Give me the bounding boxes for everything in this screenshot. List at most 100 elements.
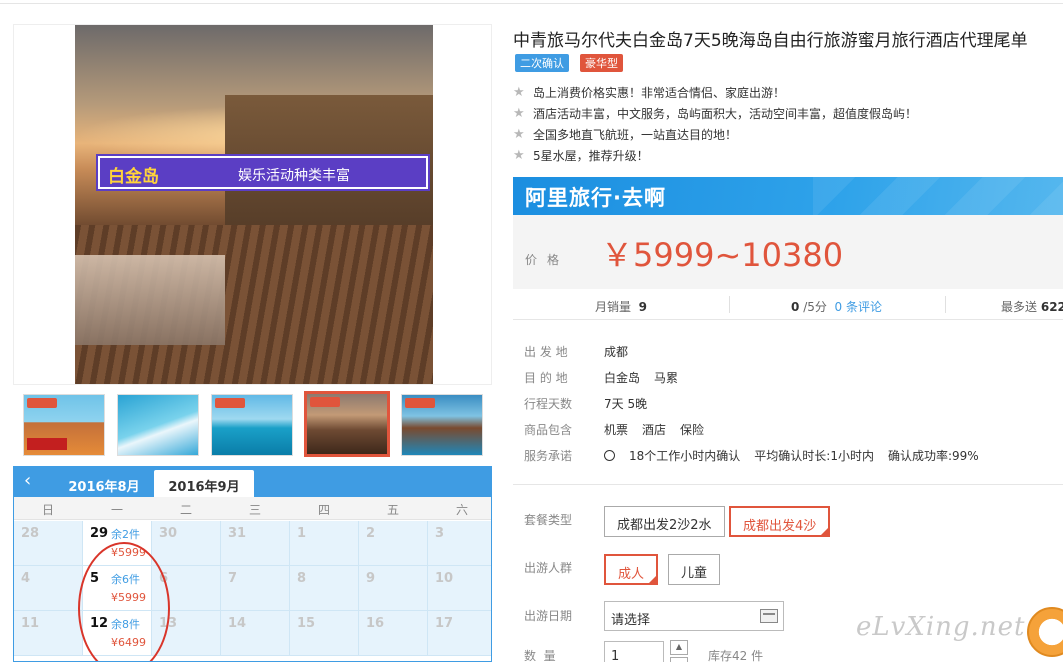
calendar-header: ‹ 2016年8月 2016年9月 (14, 467, 491, 497)
info-label: 出 发 地 (524, 345, 568, 359)
info-value: 白金岛 马累 (604, 369, 692, 386)
thumbnail-2[interactable] (117, 394, 199, 456)
service-success-rate: 确认成功率:99% (887, 449, 979, 463)
calendar-day-number: 28 (21, 526, 40, 541)
calendar-day-cell: 6 (152, 566, 221, 611)
info-value: 机票 酒店 保险 (604, 421, 718, 438)
calendar-day-cell: 15 (290, 611, 359, 656)
destination-1: 白金岛 (604, 371, 641, 385)
price-range: ￥5999~10380 (601, 236, 844, 274)
include-insurance: 保险 (680, 423, 705, 437)
calendar-day-cell: 11 (14, 611, 83, 656)
info-label: 商品包含 (524, 423, 573, 437)
calendar-day-number: 2 (366, 526, 376, 541)
thumbnail-5[interactable] (401, 394, 483, 456)
calendar-day-number: 9 (366, 571, 376, 586)
thumbnail-strip (13, 391, 492, 461)
quantity-decrement-button[interactable] (670, 657, 688, 662)
thumbnail-1[interactable] (23, 394, 105, 456)
main-photo[interactable] (75, 25, 433, 384)
weekday: 一 (110, 503, 123, 517)
calendar-icon[interactable] (760, 609, 778, 623)
quantity-increment-button[interactable]: ▲ (670, 640, 688, 655)
thumb-badge (215, 398, 245, 408)
calendar-day-number: 30 (159, 526, 178, 541)
product-page: 白金岛 娱乐活动种类丰富 ‹ 2016年8月 2016年9月 日 一 二 三 四… (0, 0, 1063, 662)
watermark: eLvXing.net (856, 612, 1026, 642)
calendar-day-cell[interactable]: 12 余8件 ¥6499 (83, 611, 152, 656)
calendar-day-number: 10 (435, 571, 454, 586)
thumbnail-3[interactable] (211, 394, 293, 456)
banner-slogan: 娱乐活动种类丰富 (238, 168, 350, 184)
main-photo-frame: 白金岛 娱乐活动种类丰富 (13, 24, 492, 385)
calendar-day-number: 17 (435, 616, 454, 631)
tab-month-aug[interactable]: 2016年8月 (59, 470, 149, 497)
thumbnail-4-active[interactable] (304, 391, 390, 457)
calendar-day-number: 5 (90, 571, 100, 586)
points: 最多送 6228 (1001, 298, 1063, 315)
star-icon: ★ (513, 106, 525, 121)
calendar-day-cell: 3 (428, 521, 491, 566)
calendar-day-number: 1 (297, 526, 307, 541)
calendar-day-cell[interactable]: 29 余2件 ¥5999 (83, 521, 152, 566)
calendar-day-cell: 14 (221, 611, 290, 656)
date-label: 出游日期 (524, 609, 573, 623)
package-option-1[interactable]: 成都出发2沙2水 (604, 506, 725, 537)
thumb-caption (27, 438, 67, 450)
package-label: 套餐类型 (524, 513, 573, 527)
calendar-day-number: 7 (228, 571, 238, 586)
people-option-child[interactable]: 儿童 (668, 554, 721, 585)
people-option-adult[interactable]: 成人 (604, 554, 659, 585)
price-panel-header: 阿里旅行·去啊 (513, 177, 1063, 215)
info-value: 成都 (604, 343, 642, 360)
calendar-stock: 余6件 (111, 573, 140, 586)
feature-text: 酒店活动丰富，中文服务，岛屿面积大，活动空间丰富，超值度假岛屿！ (533, 107, 918, 121)
stat-divider (945, 296, 946, 313)
reviews-link[interactable]: 0 条评论 (835, 300, 882, 314)
calendar-day-cell: 30 (152, 521, 221, 566)
pool (75, 255, 225, 345)
stock-text: 库存42 件 (708, 649, 764, 662)
calendar-day-cell[interactable]: 5 余6件 ¥5999 (83, 566, 152, 611)
feature-list: ★ 岛上消费价格实惠！非常适合情侣、家庭出游！ ★ 酒店活动丰富，中文服务，岛屿面积… (513, 84, 917, 168)
top-divider (0, 3, 1063, 4)
calendar-day-number: 31 (228, 526, 247, 541)
calendar-price: ¥6499 (111, 636, 146, 649)
feature-text: 全国多地直飞航班，一站直达目的地！ (533, 128, 738, 142)
calendar-day-number: 12 (90, 616, 109, 631)
quantity-input[interactable]: 1 (604, 641, 664, 662)
calendar-stock: 余8件 (111, 618, 140, 631)
weekday: 六 (455, 503, 468, 517)
calendar-day-cell: 2 (359, 521, 428, 566)
monthly-sales: 月销量 9 (595, 298, 647, 315)
thumb-badge (310, 397, 340, 407)
calendar-day-number: 11 (21, 616, 40, 631)
calendar-day-number: 29 (90, 526, 109, 541)
date-picker[interactable]: 请选择 (604, 601, 784, 631)
chevron-left-icon[interactable]: ‹ (24, 470, 31, 491)
calendar-stock: 余2件 (111, 528, 140, 541)
calendar-day-cell: 16 (359, 611, 428, 656)
calendar-day-number: 14 (228, 616, 247, 631)
calendar-day-cell: 7 (221, 566, 290, 611)
package-option-2[interactable]: 成都出发4沙 (729, 506, 831, 537)
calendar-day-cell: 28 (14, 521, 83, 566)
tab-month-sep[interactable]: 2016年9月 (154, 470, 254, 497)
price-label: 价格 (525, 253, 570, 267)
rating: 0 /5分 0 条评论 (791, 298, 882, 315)
info-label: 目 的 地 (524, 371, 568, 385)
people-label: 出游人群 (524, 561, 573, 575)
stat-divider (729, 296, 730, 313)
include-flight: 机票 (604, 423, 629, 437)
calendar-day-cell: 9 (359, 566, 428, 611)
price-panel: 阿里旅行·去啊 价格 ￥5999~10380 (513, 177, 1063, 289)
thumb-badge (27, 398, 57, 408)
calendar-day-cell: 4 (14, 566, 83, 611)
star-icon: ★ (513, 85, 525, 100)
points-value: 6228 (1040, 300, 1063, 314)
check-icon (604, 450, 615, 461)
calendar-day-number: 15 (297, 616, 316, 631)
product-title: 中青旅马尔代夫白金岛7天5晚海岛自由行旅游蜜月旅行酒店代理尾单 (513, 31, 1028, 51)
info-label: 行程天数 (524, 397, 573, 411)
rating-value: 0 (791, 300, 800, 314)
